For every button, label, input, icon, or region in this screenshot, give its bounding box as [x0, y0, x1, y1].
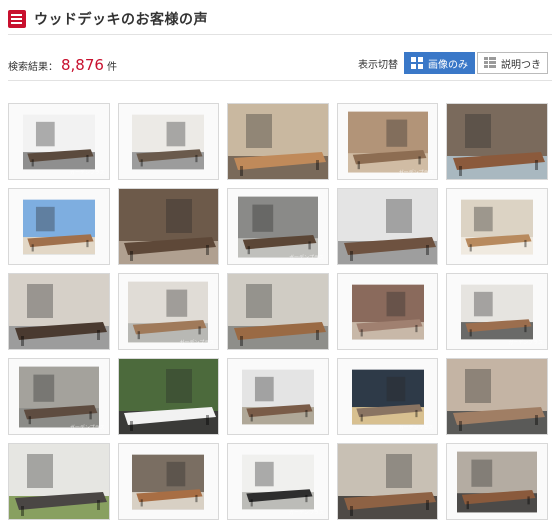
deck-photo-thumbnail[interactable]: [336, 188, 439, 265]
deck-photo-thumbnail[interactable]: [336, 273, 439, 350]
deck-photo-thumbnail[interactable]: [446, 188, 548, 265]
deck-photo-thumbnail[interactable]: [8, 188, 110, 265]
photo-row: ガーデンプラス ガーデンプラス: [8, 103, 548, 180]
deck-photo-thumbnail[interactable]: [8, 273, 110, 350]
photo-gallery: ガーデンプラス ガーデンプラス ガーデンプラス ガーデンプラス ガーデンプラス ガーデンプ…: [8, 103, 548, 524]
image-only-button[interactable]: 画像のみ: [404, 52, 475, 74]
photo-row: ガーデンプラス ガーデンプラス: [8, 358, 548, 435]
deck-photo-thumbnail[interactable]: [227, 103, 329, 180]
photo-row: ガーデンプラス: [8, 443, 548, 520]
page-title: ウッドデッキのお客様の声: [34, 12, 208, 28]
deck-photo-thumbnail[interactable]: [117, 443, 220, 520]
deck-photo-image: [447, 104, 547, 179]
deck-photo-image: [351, 284, 424, 340]
deck-photo-thumbnail[interactable]: ガーデンプラス: [117, 273, 220, 350]
deck-photo-image: [228, 104, 328, 179]
deck-photo-image: [447, 359, 547, 434]
view-switch-label: 表示切替: [358, 59, 398, 71]
deck-photo-thumbnail[interactable]: [336, 443, 439, 520]
photo-row: ガーデンプラス ガーデンプラス: [8, 273, 548, 350]
page-header: ウッドデッキのお客様の声: [8, 8, 552, 30]
deck-photo-thumbnail[interactable]: ガーデンプラス: [336, 103, 439, 180]
photo-watermark: ガーデンプラス: [508, 340, 543, 346]
deck-photo-thumbnail[interactable]: [446, 358, 548, 435]
deck-photo-thumbnail[interactable]: [117, 103, 220, 180]
photo-watermark: ガーデンプラス: [398, 425, 434, 431]
photo-watermark: ガーデンプラス: [289, 255, 324, 261]
deck-photo-image: [22, 199, 95, 255]
photo-watermark: ガーデンプラス: [69, 170, 105, 176]
deck-photo-thumbnail[interactable]: ガーデンプラス: [336, 358, 439, 435]
deck-photo-image: [132, 114, 205, 170]
deck-photo-thumbnail[interactable]: [117, 188, 220, 265]
deck-photo-thumbnail[interactable]: [227, 273, 329, 350]
deck-photo-image: [241, 369, 314, 425]
deck-photo-thumbnail[interactable]: [117, 358, 220, 435]
deck-photo-image: [118, 359, 219, 434]
grid-view-icon: [411, 57, 423, 69]
deck-photo-thumbnail[interactable]: ガーデンプラス: [8, 358, 110, 435]
deck-photo-thumbnail[interactable]: [8, 443, 110, 520]
deck-photo-thumbnail[interactable]: [446, 103, 548, 180]
result-label: 検索結果：: [8, 62, 58, 73]
result-summary: 検索結果： 8,876 件: [8, 56, 117, 74]
photo-row: ガーデンプラス: [8, 188, 548, 265]
deck-photo-image: [8, 274, 109, 349]
photo-watermark: ガーデンプラス: [289, 510, 324, 516]
list-view-icon: [484, 57, 496, 69]
header-divider: [8, 34, 552, 35]
deck-photo-image: [8, 444, 109, 519]
toolbar-divider: [8, 80, 552, 81]
photo-watermark: ガーデンプラス: [179, 340, 215, 346]
deck-photo-image: [337, 189, 438, 264]
deck-photo-image: [457, 451, 538, 513]
deck-photo-image: [461, 199, 534, 255]
deck-photo-thumbnail[interactable]: ガーデンプラス: [227, 443, 329, 520]
deck-photo-image: [132, 454, 205, 510]
deck-photo-thumbnail[interactable]: ガーデンプラス: [446, 273, 548, 350]
result-count: 8,876: [61, 56, 104, 74]
list-icon: [8, 10, 26, 28]
deck-photo-image: [228, 274, 328, 349]
deck-photo-thumbnail[interactable]: ガーデンプラス: [8, 103, 110, 180]
with-description-button[interactable]: 説明つき: [477, 52, 548, 74]
image-only-label: 画像のみ: [428, 59, 468, 71]
deck-photo-image: [118, 189, 219, 264]
photo-watermark: ガーデンプラス: [398, 170, 434, 176]
deck-photo-thumbnail[interactable]: ガーデンプラス: [227, 188, 329, 265]
deck-photo-image: [337, 444, 438, 519]
deck-photo-thumbnail[interactable]: [446, 443, 548, 520]
results-toolbar: 検索結果： 8,876 件 表示切替 画像のみ 説明つき: [8, 52, 552, 76]
photo-watermark: ガーデンプラス: [69, 425, 105, 431]
result-unit: 件: [106, 62, 117, 73]
view-switch: 表示切替 画像のみ 説明つき: [358, 52, 548, 74]
with-description-label: 説明つき: [501, 59, 541, 71]
deck-photo-thumbnail[interactable]: [227, 358, 329, 435]
